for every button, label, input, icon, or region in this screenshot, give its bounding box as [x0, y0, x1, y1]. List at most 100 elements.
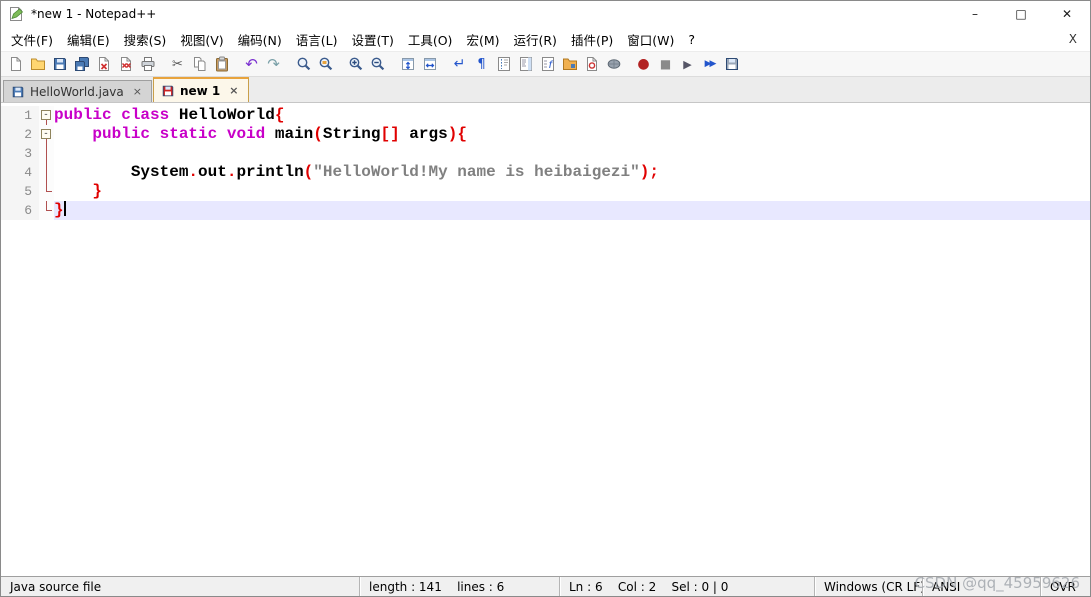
macro-save-icon[interactable] [721, 54, 742, 75]
text-caret [63, 201, 66, 216]
status-doc-type: Java source file [10, 579, 102, 594]
menu-language[interactable]: 语言(L) [289, 27, 345, 52]
toolbar-separator [625, 54, 632, 75]
fold-margin [39, 163, 54, 182]
macro-play-icon[interactable]: ▶ [677, 54, 698, 75]
redo-icon[interactable]: ↷ [263, 54, 284, 75]
macro-record-icon[interactable]: ● [633, 54, 654, 75]
line-number: 4 [1, 163, 39, 182]
save-all-icon[interactable] [71, 54, 92, 75]
save-icon[interactable] [49, 54, 70, 75]
tab-helloworld-java[interactable]: HelloWorld.java × [3, 80, 152, 102]
close-button[interactable]: ✕ [1044, 1, 1090, 27]
open-icon[interactable] [27, 54, 48, 75]
close-document-icon[interactable]: X [1064, 31, 1082, 47]
show-all-characters-icon[interactable]: ¶ [471, 54, 492, 75]
toolbar-separator [285, 54, 292, 75]
tab-close-icon[interactable]: × [227, 84, 240, 97]
tab-label: new 1 [179, 83, 221, 98]
fold-margin [39, 182, 54, 201]
code-text: } [54, 201, 1090, 220]
menu-encoding[interactable]: 编码(N) [231, 27, 289, 52]
tab-new-1[interactable]: new 1 × [152, 77, 249, 102]
word-wrap-icon[interactable]: ↵ [449, 54, 470, 75]
toolbar-separator [233, 54, 240, 75]
line-number: 1 [1, 106, 39, 125]
fold-collapse-icon[interactable]: - [39, 125, 54, 144]
toolbar-separator [389, 54, 396, 75]
window-controls: – □ ✕ [952, 1, 1090, 27]
notepadpp-window: *new 1 - Notepad++ – □ ✕ 文件(F) 编辑(E) 搜索(S)… [0, 0, 1091, 597]
menu-file[interactable]: 文件(F) [4, 27, 60, 52]
find-icon[interactable] [293, 54, 314, 75]
close-all-icon[interactable] [115, 54, 136, 75]
sync-vertical-scrolling-icon[interactable] [397, 54, 418, 75]
code-line-3[interactable]: 3 [1, 144, 1090, 163]
toolbar-separator [159, 54, 166, 75]
code-line-1[interactable]: 1- public class HelloWorld{ [1, 106, 1090, 125]
file-monitoring-icon[interactable] [581, 54, 602, 75]
editor[interactable]: 1- public class HelloWorld{2- public stat… [1, 103, 1090, 576]
menu-help[interactable]: ? [681, 29, 702, 50]
toolbar-separator [441, 54, 448, 75]
unsaved-file-icon [161, 84, 175, 98]
indent-guide-icon[interactable] [493, 54, 514, 75]
title-bar: *new 1 - Notepad++ – □ ✕ [1, 1, 1090, 27]
menu-search[interactable]: 搜索(S) [117, 27, 174, 52]
code-line-5[interactable]: 5 } [1, 182, 1090, 201]
menu-plugins[interactable]: 插件(P) [564, 27, 620, 52]
paste-icon[interactable] [211, 54, 232, 75]
fold-collapse-icon[interactable]: - [39, 106, 54, 125]
document-map-icon[interactable] [515, 54, 536, 75]
window-title: *new 1 - Notepad++ [31, 7, 157, 21]
close-icon[interactable] [93, 54, 114, 75]
code-text: System.out.println("HelloWorld!My name i… [130, 163, 659, 181]
macro-stop-icon[interactable]: ■ [655, 54, 676, 75]
tab-close-icon[interactable]: × [131, 85, 144, 98]
tab-label: HelloWorld.java [30, 84, 124, 99]
code-line-2[interactable]: 2- public static void main(String[] args… [1, 125, 1090, 144]
print-icon[interactable] [137, 54, 158, 75]
status-length-lines[interactable]: length : 141 lines : 6 [359, 577, 559, 596]
cut-icon[interactable]: ✂ [167, 54, 188, 75]
macro-run-multiple-icon[interactable]: ▶▶ [699, 54, 720, 75]
zoom-out-icon[interactable] [367, 54, 388, 75]
minimize-button[interactable]: – [952, 1, 998, 27]
function-list-icon[interactable]: f [537, 54, 558, 75]
new-file-icon[interactable] [5, 54, 26, 75]
code-text: public class HelloWorld{ [54, 106, 285, 124]
folder-as-workspace-icon[interactable] [559, 54, 580, 75]
notepadpp-icon[interactable] [8, 6, 24, 22]
line-number: 3 [1, 144, 39, 163]
code-text: } [92, 182, 103, 200]
menu-items: 文件(F) 编辑(E) 搜索(S) 视图(V) 编码(N) 语言(L) 设置(T) 工具(O)… [4, 27, 702, 52]
menu-bar: 文件(F) 编辑(E) 搜索(S) 视图(V) 编码(N) 语言(L) 设置(T) 工具(O)… [1, 27, 1090, 51]
zoom-in-icon[interactable] [345, 54, 366, 75]
fold-margin [39, 144, 54, 163]
menu-view[interactable]: 视图(V) [173, 27, 230, 52]
line-number: 5 [1, 182, 39, 201]
menu-macro[interactable]: 宏(M) [459, 27, 506, 52]
copy-icon[interactable] [189, 54, 210, 75]
status-cursor-position[interactable]: Ln : 6 Col : 2 Sel : 0 | 0 [559, 577, 814, 596]
code-text: public static void main(String[] args){ [92, 125, 467, 143]
line-number: 2 [1, 125, 39, 144]
document-peek-icon[interactable] [603, 54, 624, 75]
menu-window[interactable]: 窗口(W) [620, 27, 681, 52]
menu-settings[interactable]: 设置(T) [344, 27, 400, 52]
undo-icon[interactable]: ↶ [241, 54, 262, 75]
replace-icon[interactable] [315, 54, 336, 75]
maximize-button[interactable]: □ [998, 1, 1044, 27]
status-eol-format[interactable]: Windows (CR LF) [814, 577, 925, 596]
menu-run[interactable]: 运行(R) [506, 27, 563, 52]
code-line-6[interactable]: 6} [1, 201, 1090, 220]
status-insert-mode[interactable]: OVR [1040, 577, 1090, 596]
status-encoding[interactable]: ANSI [922, 577, 1040, 596]
status-bar: Java source file length : 141 lines : 6 … [1, 576, 1090, 596]
sync-horizontal-scrolling-icon[interactable] [419, 54, 440, 75]
toolbar-separator [337, 54, 344, 75]
menu-edit[interactable]: 编辑(E) [60, 27, 117, 52]
code-line-4[interactable]: 4 System.out.println("HelloWorld!My name… [1, 163, 1090, 182]
menu-tools[interactable]: 工具(O) [401, 27, 460, 52]
